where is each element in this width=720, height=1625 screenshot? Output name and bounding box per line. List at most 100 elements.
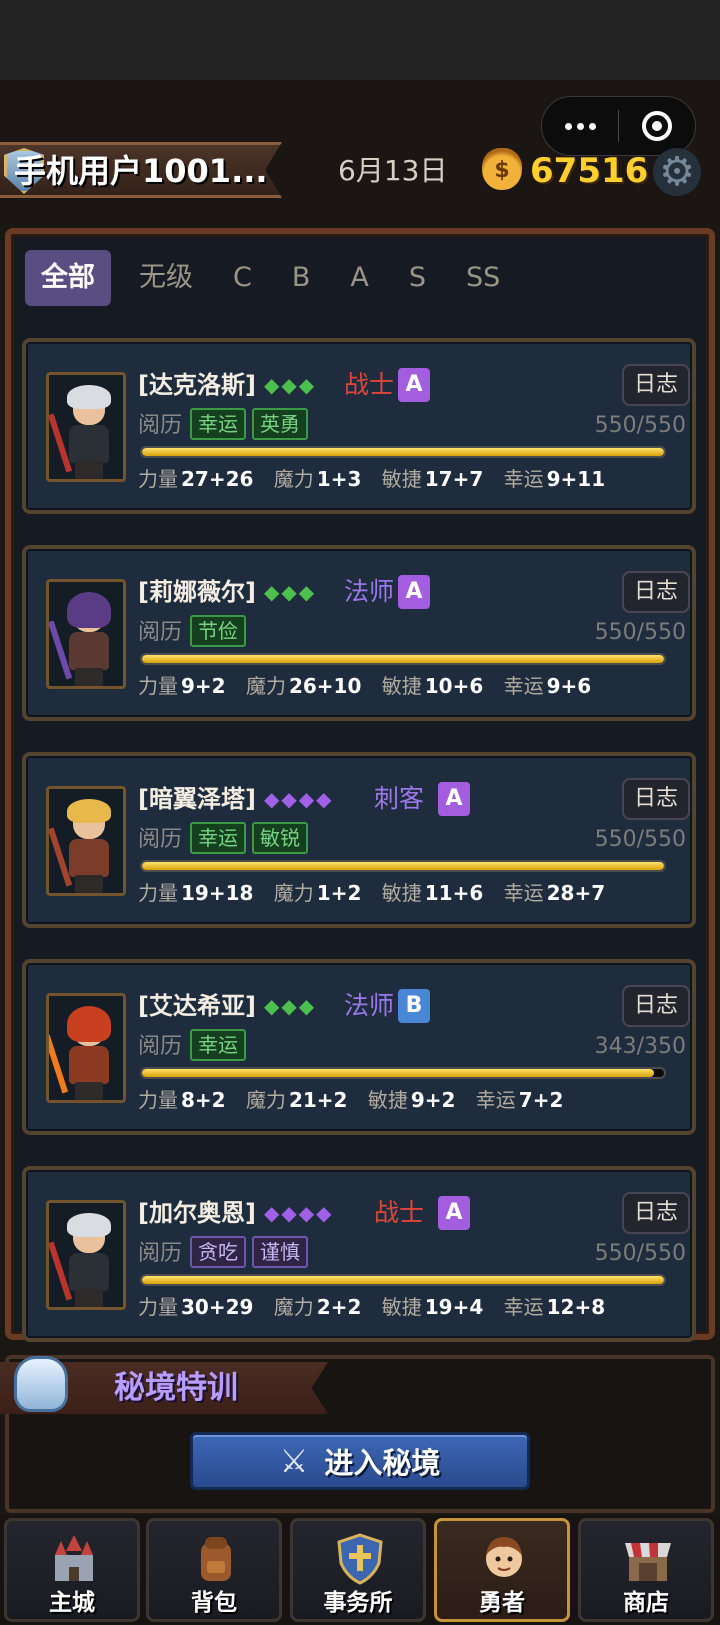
rank-badge: B xyxy=(398,989,430,1023)
filter-tab-ss[interactable]: SS xyxy=(466,250,500,306)
nav-label: 主城 xyxy=(49,1590,95,1616)
stats-row: 力量 8+2 魔力 21+2 敏捷 9+2 幸运 7+2 xyxy=(138,1088,564,1112)
stat-agility: 9+2 xyxy=(410,1088,456,1112)
log-button[interactable]: 日志 xyxy=(622,571,690,613)
exp-fill xyxy=(142,1276,664,1284)
hero-stars: ◆◆◆◆ xyxy=(264,1201,334,1225)
more-menu-button[interactable] xyxy=(542,122,618,130)
enter-dungeon-label: 进入秘境 xyxy=(324,1446,441,1480)
trait-tags: 节俭 xyxy=(190,615,246,647)
exp-fill xyxy=(142,448,664,456)
exp-label: 阅历 xyxy=(138,413,183,438)
player-name[interactable]: 手机用户1001... xyxy=(14,148,268,194)
rank-filter-tabs: 全部 无级 C B A S SS xyxy=(25,248,540,308)
stat-strength: 9+2 xyxy=(181,674,226,698)
hero-stars: ◆◆◆◆ xyxy=(264,787,334,811)
exp-bar xyxy=(140,653,666,665)
log-button[interactable]: 日志 xyxy=(622,1192,690,1234)
trait-tags: 幸运 敏锐 xyxy=(190,822,308,854)
gear-icon: ⚙ xyxy=(659,149,695,195)
settings-button[interactable]: ⚙ xyxy=(653,148,701,196)
exp-value: 550/550 xyxy=(594,827,686,852)
stat-agility: 17+7 xyxy=(424,467,484,491)
nav-label: 勇者 xyxy=(479,1590,525,1616)
hero-stars: ◆◆◆ xyxy=(264,580,317,604)
castle-icon xyxy=(55,1535,93,1581)
trait-tag: 节俭 xyxy=(190,615,246,647)
nav-item-backpack[interactable]: 背包 xyxy=(146,1518,282,1622)
backpack-icon xyxy=(201,1537,231,1581)
filter-tab-b[interactable]: B xyxy=(292,250,311,306)
stat-luck: 9+11 xyxy=(546,467,606,491)
rank-badge: A xyxy=(438,1196,470,1230)
stat-strength: 30+29 xyxy=(181,1295,254,1319)
stats-row: 力量 27+26 魔力 1+3 敏捷 17+7 幸运 9+11 xyxy=(138,467,606,491)
hero-card[interactable]: [加尔奥恩] ◆◆◆◆ 战士 A 日志 阅历 贪吃 谨慎 550/550 力量 3… xyxy=(22,1166,696,1342)
filter-tab-s[interactable]: S xyxy=(409,250,426,306)
stat-strength: 27+26 xyxy=(181,467,254,491)
exp-value: 343/350 xyxy=(594,1034,686,1059)
enter-dungeon-button[interactable]: ⚔ 进入秘境 xyxy=(190,1432,530,1490)
exp-fill xyxy=(142,862,664,870)
nav-item-main-city[interactable]: 主城 xyxy=(4,1518,140,1622)
exp-label: 阅历 xyxy=(138,1241,183,1266)
exp-value: 550/550 xyxy=(594,413,686,438)
hero-name: [莉娜薇尔] xyxy=(138,578,256,606)
trait-tags: 幸运 英勇 xyxy=(190,408,308,440)
log-button[interactable]: 日志 xyxy=(622,364,690,406)
rank-badge: A xyxy=(398,368,430,402)
nav-label: 商店 xyxy=(623,1590,669,1616)
hero-card[interactable]: [暗翼泽塔] ◆◆◆◆ 刺客 A 日志 阅历 幸运 敏锐 550/550 力量 1… xyxy=(22,752,696,928)
status-bar xyxy=(0,0,720,80)
stat-luck: 12+8 xyxy=(546,1295,606,1319)
log-button[interactable]: 日志 xyxy=(622,778,690,820)
trait-tags: 贪吃 谨慎 xyxy=(190,1236,308,1268)
stat-luck: 9+6 xyxy=(546,674,592,698)
stat-agility: 19+4 xyxy=(424,1295,484,1319)
stat-strength: 8+2 xyxy=(181,1088,226,1112)
stat-magic: 21+2 xyxy=(288,1088,348,1112)
hero-name: [达克洛斯] xyxy=(138,371,256,399)
hero-stars: ◆◆◆ xyxy=(264,994,317,1018)
trait-tag: 幸运 xyxy=(190,822,246,854)
stat-luck: 7+2 xyxy=(518,1088,564,1112)
stat-luck: 28+7 xyxy=(546,881,606,905)
trait-tag: 幸运 xyxy=(190,1029,246,1061)
exp-fill xyxy=(142,655,664,663)
trait-tags: 幸运 xyxy=(190,1029,246,1061)
stat-magic: 1+2 xyxy=(316,881,362,905)
filter-tab-none[interactable]: 无级 xyxy=(139,250,193,306)
trait-tag: 幸运 xyxy=(190,408,246,440)
shop-awning-icon xyxy=(625,1543,671,1581)
hero-class: 战士 xyxy=(374,1198,425,1227)
exp-value: 550/550 xyxy=(594,620,686,645)
hero-name: [加尔奥恩] xyxy=(138,1199,256,1227)
gold-amount: 67516 xyxy=(530,151,649,191)
stat-magic: 26+10 xyxy=(288,674,362,698)
hero-card[interactable]: [莉娜薇尔] ◆◆◆ 法师 A 日志 阅历 节俭 550/550 力量 9+2 魔… xyxy=(22,545,696,721)
stat-magic: 1+3 xyxy=(316,467,362,491)
trait-tag: 贪吃 xyxy=(190,1236,246,1268)
hero-portrait xyxy=(46,1200,126,1310)
stat-magic: 2+2 xyxy=(316,1295,362,1319)
hero-portrait xyxy=(46,372,126,482)
log-button[interactable]: 日志 xyxy=(622,985,690,1027)
hero-class: 刺客 xyxy=(374,784,425,813)
stat-strength: 19+18 xyxy=(181,881,254,905)
crossed-swords-icon: ⚔ xyxy=(279,1442,309,1480)
hero-card[interactable]: [艾达希亚] ◆◆◆ 法师 B 日志 阅历 幸运 343/350 力量 8+2 魔… xyxy=(22,959,696,1135)
nav-item-shop[interactable]: 商店 xyxy=(578,1518,714,1622)
hero-face-icon xyxy=(486,1537,522,1577)
dungeon-title: 秘境特训 xyxy=(114,1370,238,1406)
nav-item-office[interactable]: 事务所 xyxy=(290,1518,426,1622)
hero-card[interactable]: [达克洛斯] ◆◆◆ 战士 A 日志 阅历 幸运 英勇 550/550 力量 27… xyxy=(22,338,696,514)
hero-portrait xyxy=(46,993,126,1103)
filter-tab-all[interactable]: 全部 xyxy=(25,250,111,306)
close-miniprogram-button[interactable] xyxy=(619,111,695,141)
filter-tab-a[interactable]: A xyxy=(350,250,368,306)
filter-tab-c[interactable]: C xyxy=(233,250,252,306)
hero-class: 法师 xyxy=(344,577,395,606)
trophy-icon xyxy=(14,1356,68,1412)
stat-agility: 10+6 xyxy=(424,674,484,698)
nav-item-heroes[interactable]: 勇者 xyxy=(434,1518,570,1622)
